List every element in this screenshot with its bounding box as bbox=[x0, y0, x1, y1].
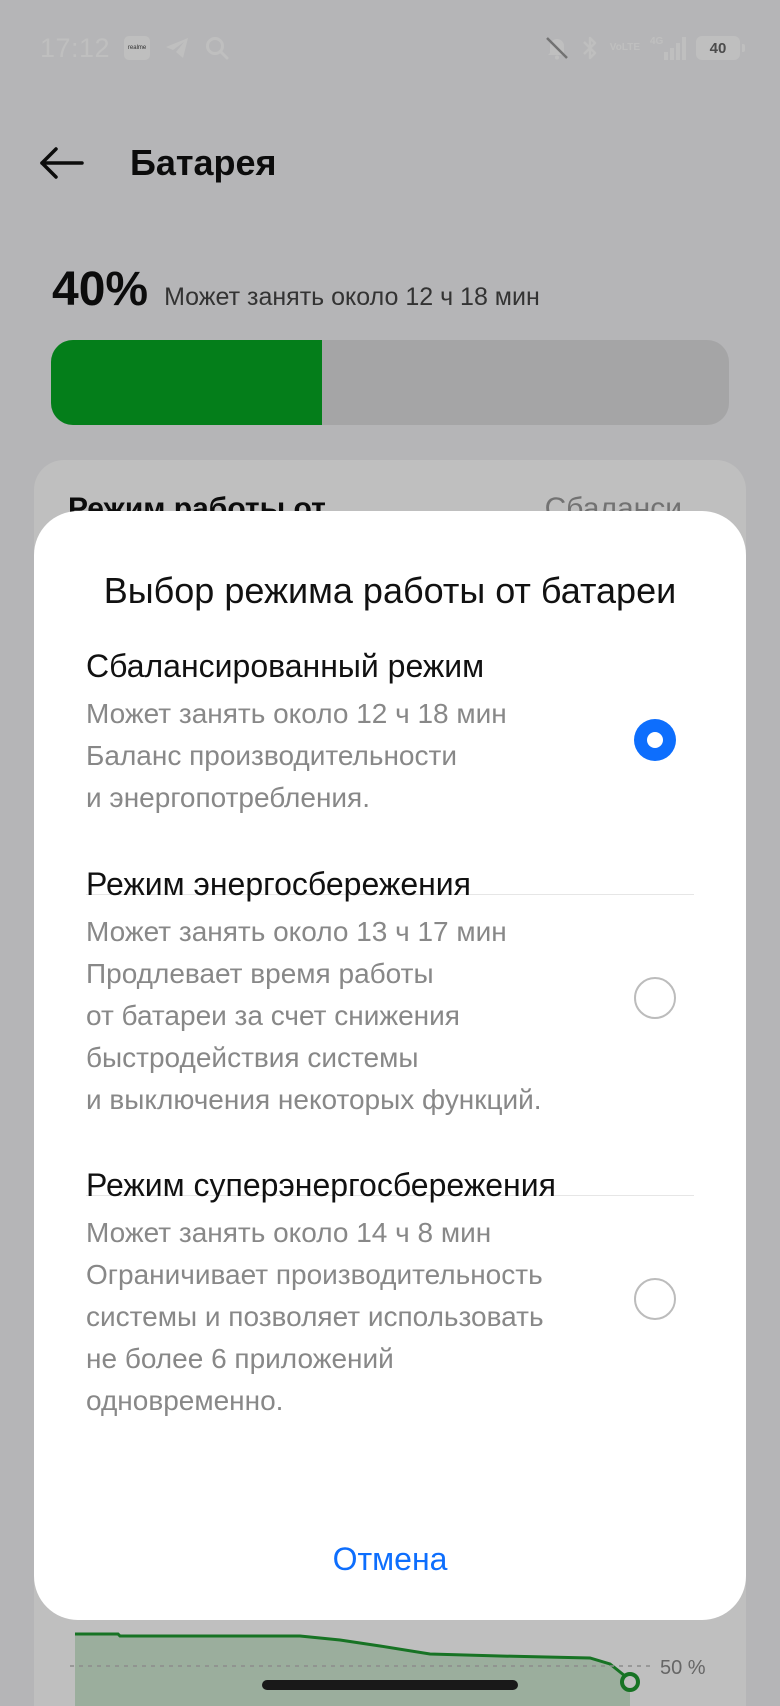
radio-super-power-saving[interactable] bbox=[634, 1278, 676, 1320]
option-super-power-saving[interactable]: Режим суперэнергосбережения Может занять… bbox=[86, 1164, 694, 1422]
radio-balanced[interactable] bbox=[634, 719, 676, 761]
option-name: Сбалансированный режим bbox=[86, 648, 485, 684]
cancel-button[interactable]: Отмена bbox=[34, 1524, 746, 1594]
radio-power-saving[interactable] bbox=[634, 977, 676, 1019]
option-description: Может занять около 13 ч 17 мин Продлевае… bbox=[86, 916, 542, 1115]
option-name: Режим суперэнергосбережения bbox=[86, 1167, 556, 1203]
option-power-saving[interactable]: Режим энергосбережения Может занять окол… bbox=[86, 863, 694, 1121]
option-balanced[interactable]: Сбалансированный режим Может занять окол… bbox=[86, 645, 694, 819]
option-description: Может занять около 14 ч 8 мин Ограничива… bbox=[86, 1217, 544, 1416]
battery-mode-dialog: Выбор режима работы от батареи Сбалансир… bbox=[34, 511, 746, 1620]
option-name: Режим энергосбережения bbox=[86, 866, 471, 902]
dialog-title: Выбор режима работы от батареи bbox=[103, 570, 677, 611]
option-description: Может занять около 12 ч 18 мин Баланс пр… bbox=[86, 698, 507, 813]
